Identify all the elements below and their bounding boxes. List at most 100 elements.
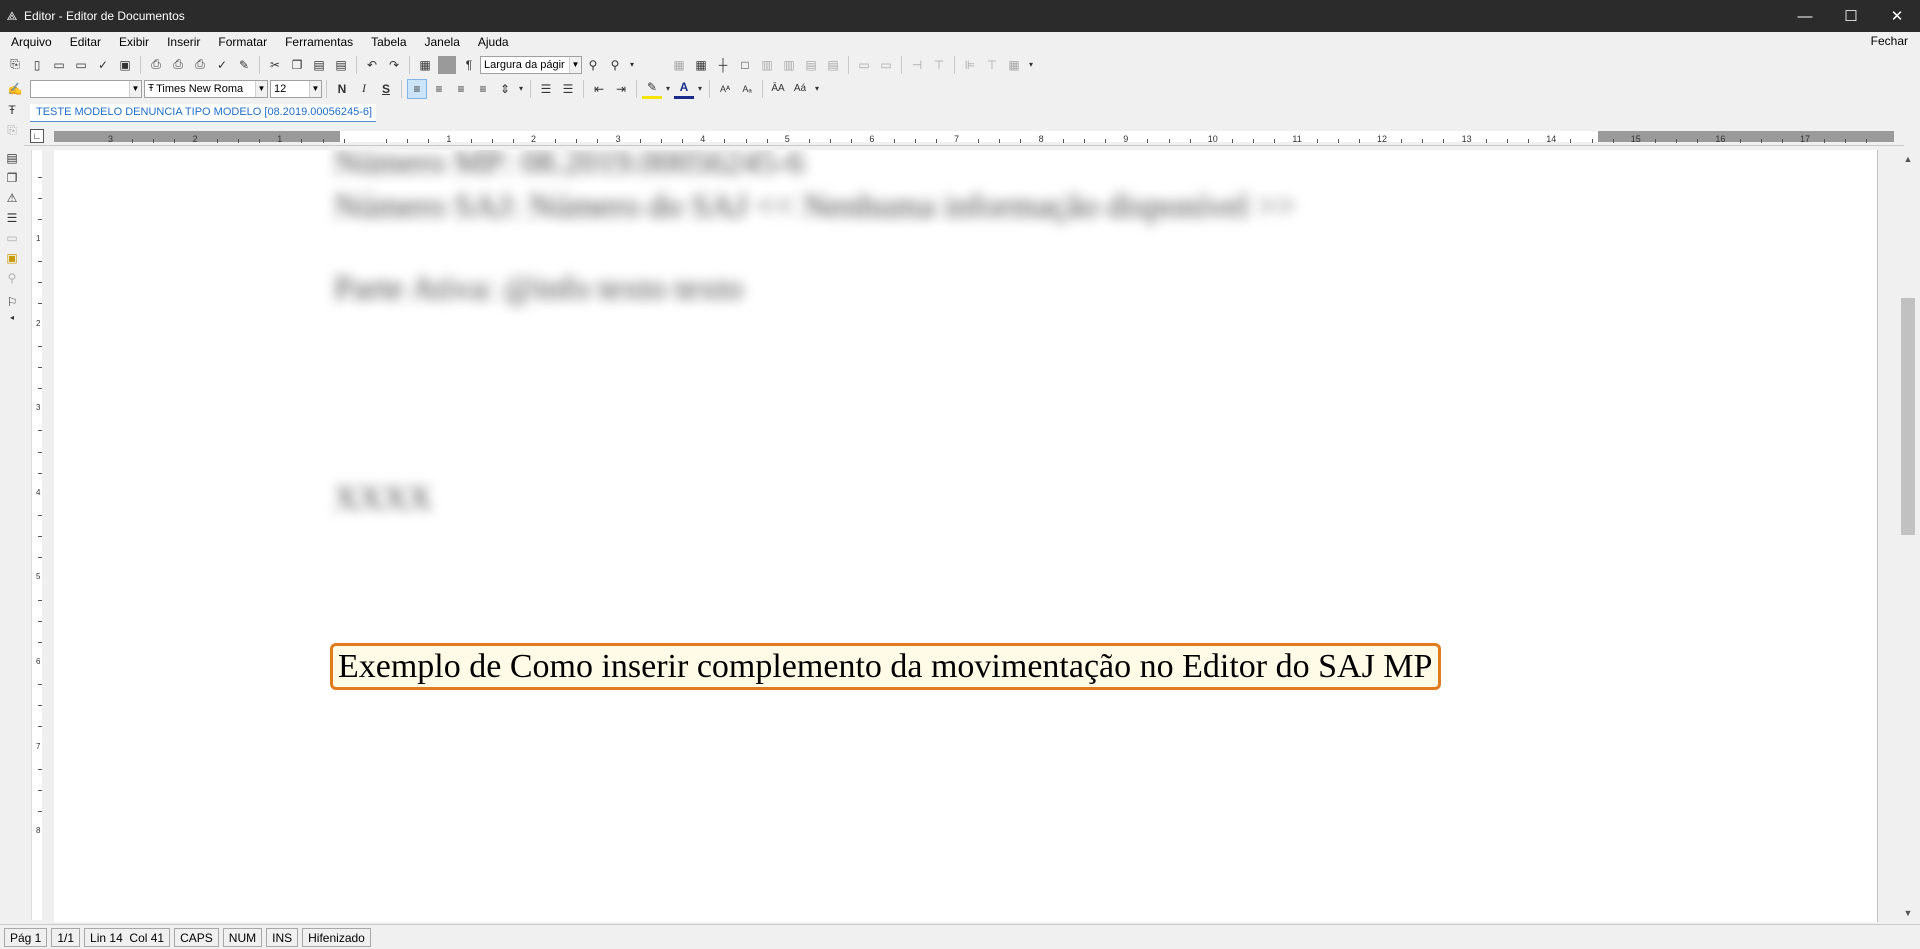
tree-left-icon[interactable]: ⊣	[907, 55, 927, 75]
align-justify-icon[interactable]: ≡	[473, 79, 493, 99]
check-document-icon[interactable]: ✓	[93, 55, 113, 75]
highlight-color-icon[interactable]: ✎	[642, 79, 662, 99]
toolbar-overflow-icon[interactable]: ▾	[812, 79, 822, 99]
copy-icon[interactable]: ❐	[287, 55, 307, 75]
menu-ajuda[interactable]: Ajuda	[468, 35, 517, 49]
scrollbar-thumb[interactable]	[1901, 298, 1915, 535]
document-model-icon[interactable]: ▤	[0, 148, 24, 168]
toolbar-overflow-icon[interactable]: ◂	[0, 312, 24, 322]
menu-formatar[interactable]: Formatar	[208, 35, 275, 49]
new-from-template-icon[interactable]: ⎘	[5, 55, 25, 75]
paste-special-icon[interactable]: ▤	[331, 55, 351, 75]
font-size-select[interactable]: 12 ▼	[270, 79, 322, 98]
table-merge-cells-icon[interactable]: ▭	[854, 55, 874, 75]
table-grid-icon[interactable]: ▦	[691, 55, 711, 75]
insert-table-icon[interactable]: ▦	[415, 55, 435, 75]
table-outer-border-icon[interactable]: □	[735, 55, 755, 75]
open-folder-icon[interactable]: ▭	[49, 55, 69, 75]
pilcrow-icon[interactable]: ¶	[459, 55, 479, 75]
minimize-button[interactable]: —	[1782, 0, 1828, 32]
new-document-icon[interactable]: ▯	[27, 55, 47, 75]
tab-stop-selector-icon[interactable]: ∟	[30, 129, 44, 143]
table-insert-row-below-icon[interactable]: ▤	[823, 55, 843, 75]
paint-format-icon[interactable]: ⚐	[0, 292, 24, 312]
table-borders-icon[interactable]: ▦	[669, 55, 689, 75]
table-insert-column-left-icon[interactable]: ▥	[757, 55, 777, 75]
maximize-button[interactable]: ☐	[1828, 0, 1874, 32]
table-insert-row-above-icon[interactable]: ▤	[801, 55, 821, 75]
font-color-icon[interactable]: A	[674, 79, 694, 99]
tab-document[interactable]: TESTE MODELO DENUNCIA TIPO MODELO [08.20…	[30, 104, 377, 122]
save-icon[interactable]: ▣	[115, 55, 135, 75]
toolbar-overflow-icon[interactable]: ▾	[627, 55, 637, 75]
menu-exibir[interactable]: Exibir	[109, 35, 157, 49]
document-page[interactable]: Número MP: 08.2019.00056245-6 Número SAJ…	[54, 150, 1878, 922]
subscript-icon[interactable]: Aₐ	[737, 79, 757, 99]
print-icon[interactable]: ⎙	[146, 55, 166, 75]
table-split-cells-icon[interactable]: ▭	[876, 55, 896, 75]
increase-indent-icon[interactable]: ⇥	[611, 79, 631, 99]
print-setup-icon[interactable]: ⎙	[190, 55, 210, 75]
numbered-list-icon[interactable]: ☰	[558, 79, 578, 99]
chevron-down-icon[interactable]: ▾	[517, 79, 525, 99]
align-objects-left-icon[interactable]: ⊫	[960, 55, 980, 75]
spell-check-icon[interactable]: ✓	[212, 55, 232, 75]
table-properties-icon[interactable]: ▦	[1004, 55, 1024, 75]
fechar-button[interactable]: Fechar	[1871, 34, 1908, 48]
align-left-icon[interactable]: ≡	[407, 78, 427, 99]
menu-ferramentas[interactable]: Ferramentas	[275, 35, 361, 49]
superscript-icon[interactable]: Aᴬ	[715, 79, 735, 99]
font-family-select[interactable]: Ŧ Times New Roma ▼	[144, 79, 268, 98]
align-right-icon[interactable]: ≡	[451, 79, 471, 99]
line-spacing-icon[interactable]: ⇕	[495, 79, 515, 99]
shading-icon[interactable]	[438, 55, 456, 74]
menu-arquivo[interactable]: Arquivo	[0, 35, 60, 49]
document-warning-icon[interactable]: ⚠	[0, 188, 24, 208]
highlighted-text[interactable]: Exemplo de Como inserir complemento da m…	[330, 643, 1442, 690]
scroll-up-icon[interactable]: ▲	[1898, 150, 1918, 168]
menu-janela[interactable]: Janela	[415, 35, 468, 49]
format-painter-icon[interactable]: ✎	[234, 55, 254, 75]
redo-icon[interactable]: ↷	[384, 55, 404, 75]
style-select[interactable]: ▼	[30, 79, 142, 98]
horizontal-ruler[interactable]: ∟ 3 2 1 1 2 3 4 5 6 7 8 9 10 11 12 13 14 15 16 17	[24, 126, 1904, 146]
field-edit-icon[interactable]: ⎘	[0, 120, 24, 140]
italic-button[interactable]: I	[354, 79, 374, 99]
field-insert-icon[interactable]: Ŧ	[0, 100, 24, 120]
menu-inserir[interactable]: Inserir	[157, 35, 208, 49]
close-button[interactable]: ✕	[1874, 0, 1920, 32]
toolbar-overflow-icon[interactable]: ▾	[1026, 55, 1036, 75]
chevron-down-icon[interactable]: ▾	[664, 79, 672, 99]
cut-icon[interactable]: ✂	[265, 55, 285, 75]
vertical-scrollbar[interactable]: ▲ ▼	[1898, 150, 1918, 922]
open-recent-icon[interactable]: ▭	[71, 55, 91, 75]
clipboard-icon[interactable]: ▣	[0, 248, 24, 268]
bold-button[interactable]: N	[332, 79, 352, 99]
undo-icon[interactable]: ↶	[362, 55, 382, 75]
decrease-indent-icon[interactable]: ⇤	[589, 79, 609, 99]
scroll-down-icon[interactable]: ▼	[1898, 904, 1918, 922]
menu-tabela[interactable]: Tabela	[361, 35, 414, 49]
document-copy-icon[interactable]: ❐	[0, 168, 24, 188]
table-inner-borders-icon[interactable]: ┼	[713, 55, 733, 75]
align-objects-top-icon[interactable]: ⊤	[982, 55, 1002, 75]
style-icon[interactable]: ✍	[5, 79, 25, 99]
ruler-tick	[1697, 139, 1699, 143]
menu-editar[interactable]: Editar	[60, 35, 109, 49]
paste-icon[interactable]: ▤	[309, 55, 329, 75]
bullet-list-icon[interactable]: ☰	[536, 79, 556, 99]
search-document-icon[interactable]: ⚲	[0, 268, 24, 288]
chevron-down-icon[interactable]: ▾	[696, 79, 704, 99]
document-export-icon[interactable]: ▭	[0, 228, 24, 248]
zoom-select[interactable]: Largura da págir ▼	[480, 55, 582, 74]
tree-down-icon[interactable]: ⊤	[929, 55, 949, 75]
character-format-icon[interactable]: Aá	[790, 79, 810, 99]
table-insert-column-right-icon[interactable]: ▥	[779, 55, 799, 75]
align-center-icon[interactable]: ≡	[429, 79, 449, 99]
change-case-icon[interactable]: ĀA	[768, 79, 788, 99]
zoom-out-icon[interactable]: ⚲	[583, 55, 603, 75]
underline-button[interactable]: S	[376, 79, 396, 99]
print-preview-icon[interactable]: ⎙	[168, 55, 188, 75]
zoom-in-icon[interactable]: ⚲	[605, 55, 625, 75]
document-list-icon[interactable]: ☰	[0, 208, 24, 228]
